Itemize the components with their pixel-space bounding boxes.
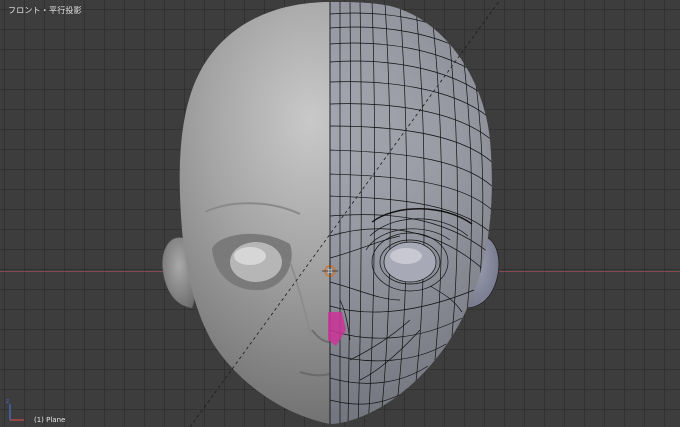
axis-gizmo-icon: z	[6, 398, 24, 421]
view-title: フロント・平行投影	[8, 6, 82, 15]
svg-text:z: z	[6, 398, 9, 405]
3d-viewport[interactable]: フロント・平行投影 z (1) Plane	[0, 0, 680, 427]
head-mesh[interactable]	[0, 0, 680, 427]
active-object-label: (1) Plane	[34, 416, 66, 424]
